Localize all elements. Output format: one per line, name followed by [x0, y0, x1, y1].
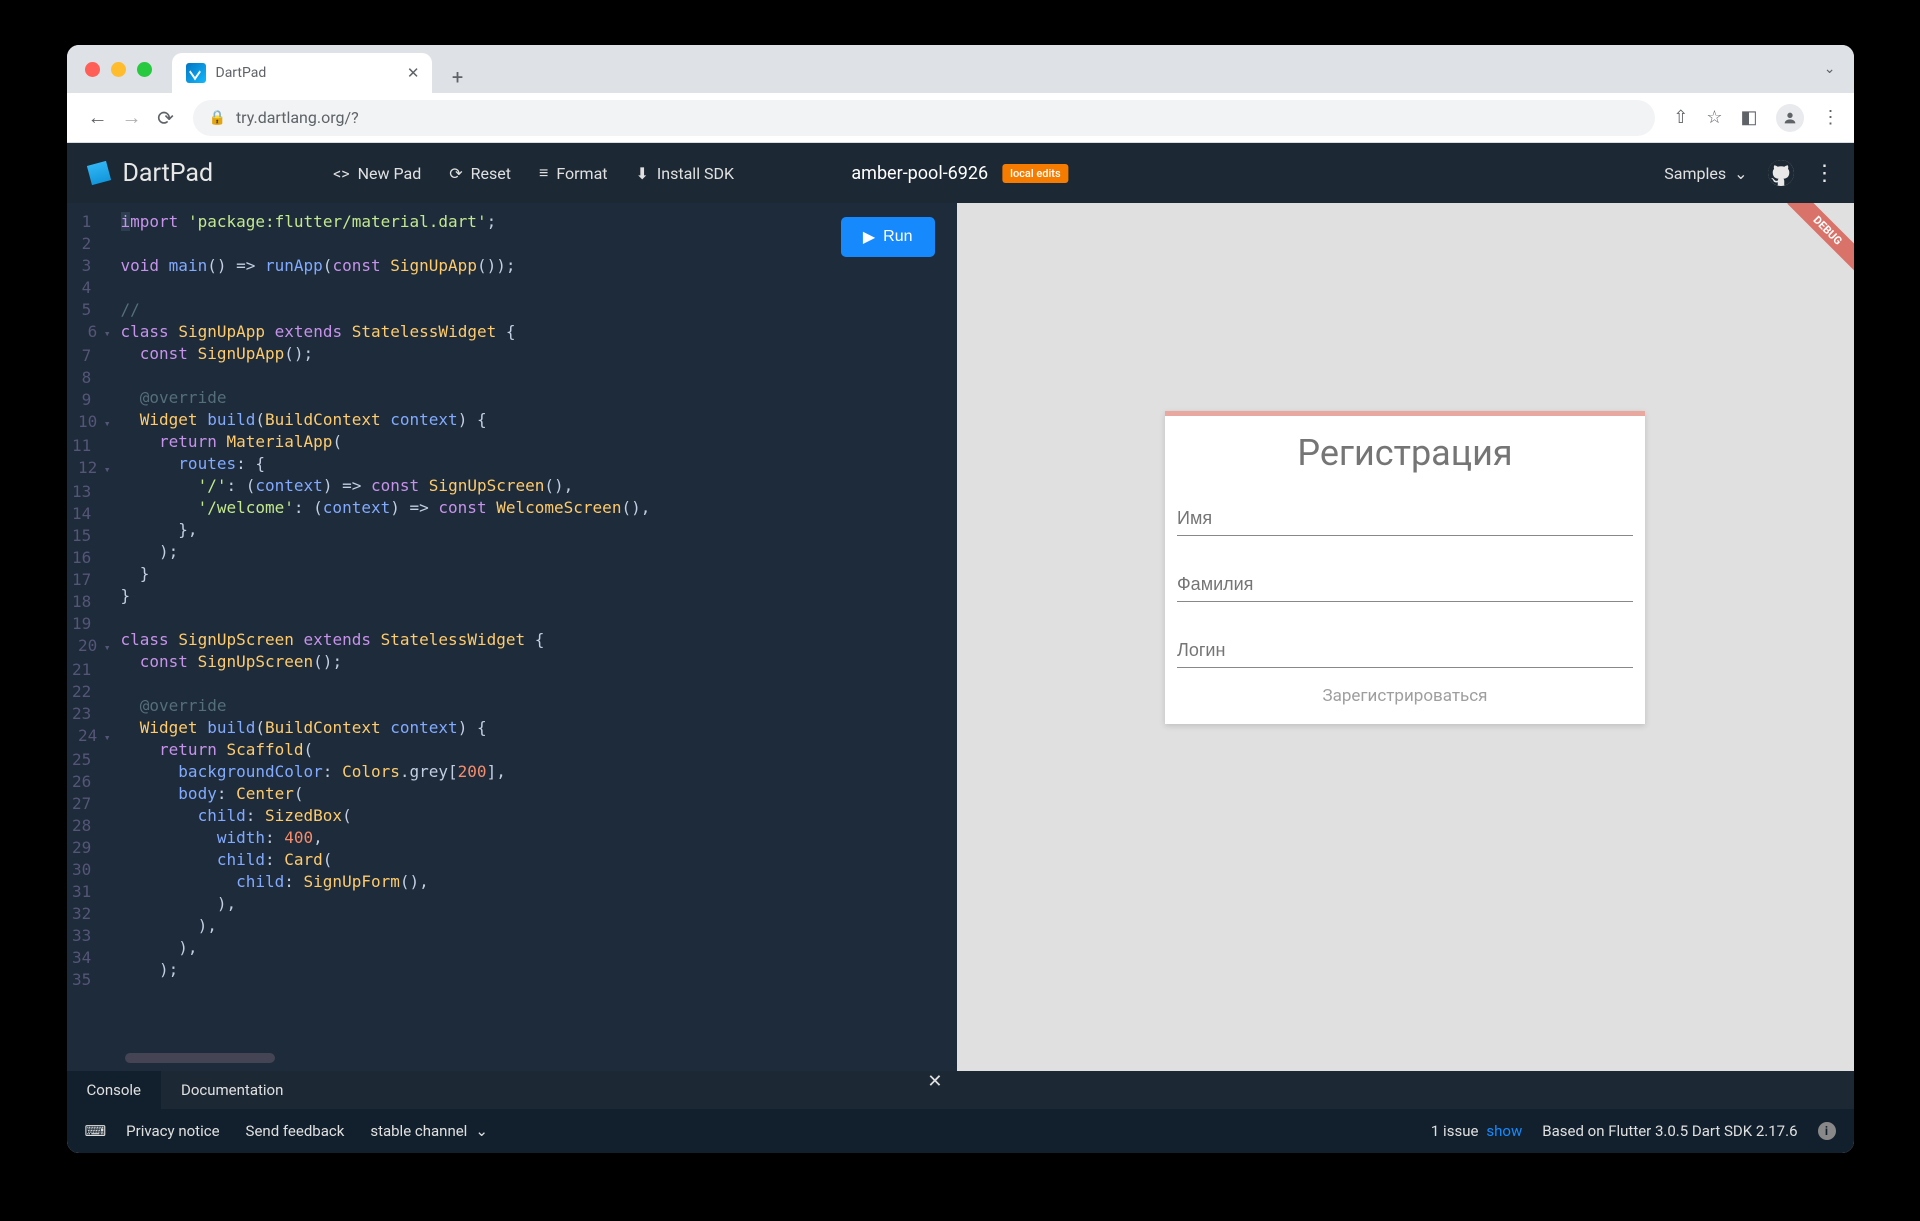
- github-icon[interactable]: [1768, 160, 1794, 186]
- format-button[interactable]: ≡ Format: [539, 163, 608, 183]
- play-icon: ▶: [863, 227, 875, 247]
- feedback-link[interactable]: Send feedback: [246, 1122, 345, 1140]
- submit-button[interactable]: Зарегистрироваться: [1177, 678, 1633, 710]
- reset-label: Reset: [471, 164, 511, 183]
- app-logo: DartPad: [85, 159, 214, 188]
- close-panel-button[interactable]: ✕: [927, 1071, 942, 1109]
- browser-extension-icons: ⇧ ☆ ◧ ⋮: [1665, 104, 1839, 132]
- card-title: Регистрация: [1177, 432, 1633, 474]
- samples-dropdown[interactable]: Samples ⌄: [1664, 164, 1747, 183]
- dart-logo-icon: [79, 154, 117, 192]
- info-icon[interactable]: i: [1818, 1122, 1836, 1140]
- reset-button[interactable]: ⟳ Reset: [449, 164, 511, 183]
- install-sdk-label: Install SDK: [657, 164, 734, 183]
- tab-title: DartPad: [216, 65, 267, 81]
- tab-overflow-button[interactable]: ⌄: [1824, 61, 1836, 77]
- reset-icon: ⟳: [449, 164, 462, 183]
- show-issues-link[interactable]: show: [1486, 1122, 1522, 1140]
- reload-button[interactable]: ⟳: [149, 101, 183, 135]
- dart-favicon-icon: [186, 63, 206, 83]
- last-name-field[interactable]: [1177, 564, 1633, 602]
- documentation-tab-label: Documentation: [181, 1081, 283, 1099]
- code-icon: <>: [333, 164, 350, 183]
- samples-label: Samples: [1664, 164, 1726, 183]
- close-window-button[interactable]: [85, 62, 100, 77]
- forward-button[interactable]: →: [115, 101, 149, 135]
- login-field[interactable]: [1177, 630, 1633, 668]
- window-controls: [85, 62, 172, 77]
- profile-avatar[interactable]: [1776, 104, 1804, 132]
- card-progress-bar: [1165, 411, 1645, 416]
- download-icon: ⬇: [636, 164, 649, 183]
- footer-tabs: Console Documentation ✕: [67, 1071, 1854, 1109]
- close-tab-button[interactable]: ✕: [407, 64, 420, 82]
- maximize-window-button[interactable]: [137, 62, 152, 77]
- signup-card: Регистрация Зарегистрироваться: [1165, 411, 1645, 724]
- address-bar-row: ← → ⟳ 🔒 try.dartlang.org/? ⇧ ☆ ◧ ⋮: [67, 93, 1854, 143]
- topbar: DartPad <> New Pad ⟳ Reset ≡ Format ⬇ In…: [67, 143, 1854, 203]
- line-gutter: 1 2 3 4 5 6 ▾7 8 9 10 ▾11 12 ▾13 14 15 1…: [67, 211, 121, 1071]
- code-lines[interactable]: import 'package:flutter/material.dart'; …: [121, 211, 957, 1071]
- url-text: try.dartlang.org/?: [236, 108, 359, 127]
- install-sdk-button[interactable]: ⬇ Install SDK: [636, 164, 735, 183]
- keyboard-icon[interactable]: ⌨: [85, 1122, 107, 1140]
- project-name[interactable]: amber-pool-6926: [851, 163, 988, 184]
- browser-window: DartPad ✕ + ⌄ ← → ⟳ 🔒 try.dartlang.org/?…: [67, 45, 1854, 1153]
- main-split: ▶ Run 1 2 3 4 5 6 ▾7 8 9 10 ▾11 12 ▾13 1…: [67, 203, 1854, 1071]
- run-label: Run: [883, 228, 912, 246]
- browser-tab[interactable]: DartPad ✕: [172, 53, 432, 93]
- bookmark-icon[interactable]: ☆: [1706, 107, 1722, 128]
- first-name-field[interactable]: [1177, 498, 1633, 536]
- debug-banner: [1774, 203, 1854, 283]
- privacy-link[interactable]: Privacy notice: [126, 1122, 219, 1140]
- format-icon: ≡: [539, 163, 548, 183]
- console-tab-label: Console: [87, 1081, 142, 1099]
- issues-count: 1 issue: [1431, 1122, 1479, 1140]
- project-name-group: amber-pool-6926 local edits: [851, 163, 1068, 184]
- run-button[interactable]: ▶ Run: [841, 217, 935, 257]
- channel-label: stable channel: [370, 1122, 467, 1140]
- new-pad-button[interactable]: <> New Pad: [333, 164, 421, 183]
- code-editor[interactable]: 1 2 3 4 5 6 ▾7 8 9 10 ▾11 12 ▾13 14 15 1…: [67, 203, 957, 1071]
- browser-tab-bar: DartPad ✕ + ⌄: [67, 45, 1854, 93]
- app-container: DartPad <> New Pad ⟳ Reset ≡ Format ⬇ In…: [67, 143, 1854, 1153]
- new-tab-button[interactable]: +: [442, 61, 474, 93]
- minimize-window-button[interactable]: [111, 62, 126, 77]
- bottombar: ⌨ Privacy notice Send feedback stable ch…: [67, 1109, 1854, 1153]
- issues-indicator[interactable]: 1 issue show: [1431, 1122, 1522, 1140]
- browser-menu-button[interactable]: ⋮: [1822, 107, 1840, 128]
- back-button[interactable]: ←: [81, 101, 115, 135]
- documentation-tab[interactable]: Documentation: [161, 1071, 303, 1109]
- app-name: DartPad: [123, 159, 214, 188]
- sdk-version-text: Based on Flutter 3.0.5 Dart SDK 2.17.6: [1542, 1122, 1797, 1140]
- chevron-down-icon: ⌄: [1734, 164, 1747, 183]
- chevron-down-icon: ⌄: [475, 1122, 488, 1140]
- extensions-icon[interactable]: ◧: [1740, 107, 1757, 128]
- lock-icon: 🔒: [209, 110, 226, 126]
- local-edits-badge: local edits: [1002, 164, 1068, 183]
- preview-pane: Регистрация Зарегистрироваться: [957, 203, 1854, 1071]
- new-pad-label: New Pad: [358, 164, 422, 183]
- horizontal-scrollbar[interactable]: [125, 1053, 275, 1063]
- format-label: Format: [556, 164, 607, 183]
- url-bar[interactable]: 🔒 try.dartlang.org/?: [193, 100, 1656, 136]
- channel-selector[interactable]: stable channel ⌄: [370, 1122, 488, 1140]
- share-icon[interactable]: ⇧: [1673, 107, 1688, 128]
- console-tab[interactable]: Console: [67, 1071, 162, 1109]
- more-menu-button[interactable]: ⋮: [1814, 161, 1836, 186]
- editor-pane: ▶ Run 1 2 3 4 5 6 ▾7 8 9 10 ▾11 12 ▾13 1…: [67, 203, 957, 1071]
